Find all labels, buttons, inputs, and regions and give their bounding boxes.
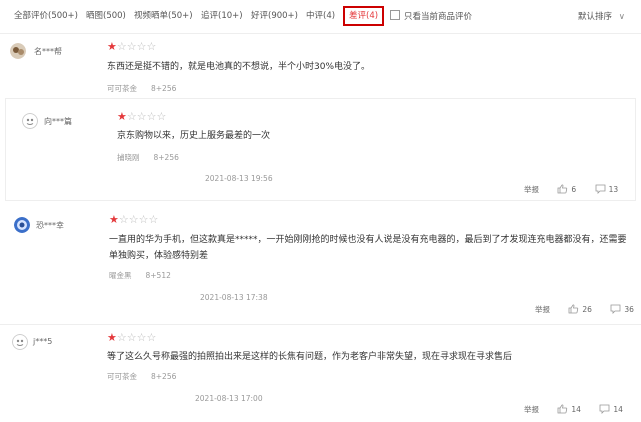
filter-tab-photos[interactable]: 晒图(500) <box>86 7 126 25</box>
reply-count: 13 <box>608 185 619 194</box>
reply-button[interactable]: 36 <box>610 304 634 314</box>
filter-tab-bad[interactable]: 差评(4) <box>343 6 385 26</box>
review-product-info: 可可茶金 8+256 <box>107 83 176 94</box>
user-avatar-icon <box>12 334 28 350</box>
filter-tab-all[interactable]: 全部评价(500+) <box>14 7 78 25</box>
user-avatar-icon <box>14 217 30 233</box>
review-rating-stars: ★☆☆☆☆ <box>107 332 156 344</box>
comment-icon <box>599 404 610 414</box>
star-filled-icon: ★ <box>109 213 119 226</box>
product-spec: 8+256 <box>153 153 179 162</box>
review-date: 2021-08-13 17:38 <box>200 293 268 302</box>
filter-tab-video[interactable]: 视频晒单(50+) <box>134 7 193 25</box>
sort-dropdown[interactable]: 默认排序 ∨ <box>578 10 625 22</box>
reply-count: 14 <box>613 405 623 414</box>
comment-icon <box>595 184 605 194</box>
star-filled-icon: ★ <box>107 331 117 344</box>
like-button[interactable]: 26 <box>568 304 592 314</box>
review-content: 东西还是挺不错的，就是电池真的不想说，半个小时30%电没了。 <box>107 62 371 72</box>
reply-button[interactable]: 13 <box>595 184 619 194</box>
product-spec: 8+256 <box>151 84 177 93</box>
chevron-down-icon: ∨ <box>618 12 625 22</box>
star-empty-icon: ☆☆☆☆ <box>126 110 167 123</box>
review-content: 等了这么久号称最强的拍照拍出来是这样的长焦有问题，作为老客户非常失望，现在寻求现… <box>107 352 513 362</box>
star-empty-icon: ☆☆☆☆ <box>118 213 159 226</box>
like-button[interactable]: 6 <box>557 184 576 194</box>
product-color: 曜金黑 <box>109 271 132 280</box>
review-product-info: 捕晓刚 8+256 <box>117 152 179 163</box>
like-count: 26 <box>582 305 592 314</box>
thumbs-up-icon <box>568 304 579 314</box>
review-rating-stars: ★☆☆☆☆ <box>107 41 156 53</box>
review-divider <box>0 324 641 325</box>
like-count: 6 <box>571 185 577 194</box>
review-actions: 举报 26 36 <box>535 304 634 315</box>
review-content: 一直用的华为手机，但这款真是*****，一开始刚刚抢的时候也没有人说是没有充电器… <box>109 235 627 261</box>
comment-icon <box>610 304 621 314</box>
star-empty-icon: ☆☆☆☆ <box>116 40 157 53</box>
star-filled-icon: ★ <box>117 110 127 123</box>
review-date: 2021-08-13 17:00 <box>195 394 263 403</box>
thumbs-up-icon <box>557 404 568 414</box>
review-actions: 举报 6 13 <box>524 184 618 195</box>
review-rating-stars: ★☆☆☆☆ <box>109 214 158 226</box>
review-username: j***5 <box>33 337 53 346</box>
review-product-info: 可可茶金 8+256 <box>107 371 176 382</box>
only-current-product-toggle[interactable]: 只看当前商品评价 <box>390 10 472 22</box>
review-content: 京东购物以来，历史上服务最差的一次 <box>117 131 271 141</box>
report-link[interactable]: 举报 <box>524 404 539 415</box>
review-username: 名***帮 <box>34 47 62 56</box>
review-actions: 举报 14 14 <box>524 404 623 415</box>
avatar[interactable] <box>12 334 28 350</box>
avatar[interactable] <box>14 217 30 233</box>
user-avatar-icon <box>22 113 38 129</box>
product-color: 可可茶金 <box>107 372 137 381</box>
report-link[interactable]: 举报 <box>524 184 539 195</box>
like-count: 14 <box>571 405 581 414</box>
review-date: 2021-08-13 19:56 <box>205 174 273 183</box>
reply-button[interactable]: 14 <box>599 404 623 414</box>
only-current-checkbox[interactable] <box>390 10 400 20</box>
review-username: 恐***幸 <box>36 221 64 230</box>
avatar[interactable] <box>22 113 38 129</box>
thumbs-up-icon <box>557 184 568 194</box>
reply-count: 36 <box>624 305 634 314</box>
product-color: 捕晓刚 <box>117 153 140 162</box>
star-filled-icon: ★ <box>107 40 117 53</box>
star-empty-icon: ☆☆☆☆ <box>116 331 157 344</box>
filter-tab-followup[interactable]: 追评(10+) <box>201 7 243 25</box>
review-rating-stars: ★☆☆☆☆ <box>117 111 166 123</box>
review-username: 向***篇 <box>44 117 72 126</box>
product-color: 可可茶金 <box>107 84 137 93</box>
like-button[interactable]: 14 <box>557 404 581 414</box>
only-current-label: 只看当前商品评价 <box>404 12 473 22</box>
user-avatar-icon <box>10 43 26 59</box>
filter-tab-good[interactable]: 好评(900+) <box>251 7 298 25</box>
review-filter-bar: 全部评价(500+) 晒图(500) 视频晒单(50+) 追评(10+) 好评(… <box>0 0 641 34</box>
product-spec: 8+256 <box>151 372 177 381</box>
avatar[interactable] <box>10 43 26 59</box>
filter-tab-medium[interactable]: 中评(4) <box>306 7 335 25</box>
review-product-info: 曜金黑 8+512 <box>109 270 171 281</box>
sort-label: 默认排序 <box>578 12 613 22</box>
product-spec: 8+512 <box>145 271 171 280</box>
report-link[interactable]: 举报 <box>535 304 550 315</box>
